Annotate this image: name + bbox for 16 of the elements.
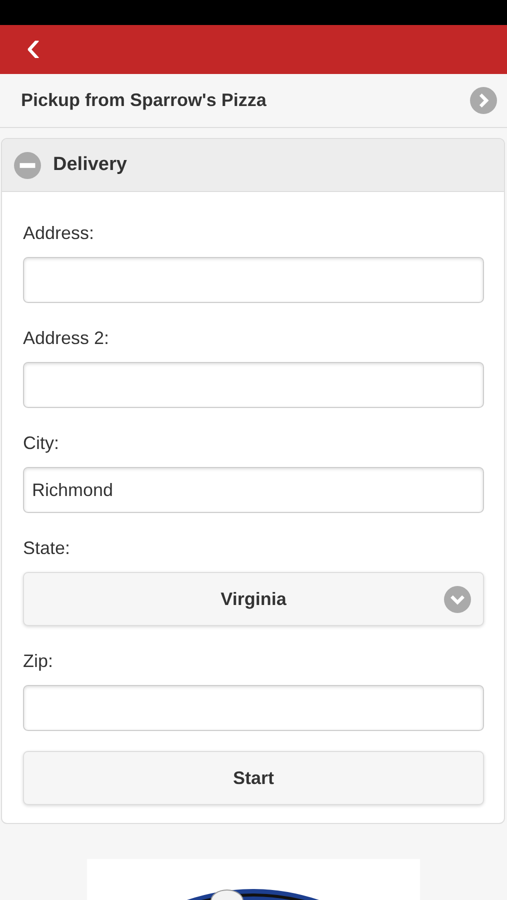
field-label: Address: <box>23 222 96 245</box>
input-field[interactable] <box>23 257 484 303</box>
field-label: Zip: <box>23 650 54 673</box>
minus-icon <box>14 152 41 178</box>
chevron-down-icon <box>444 586 471 613</box>
start-button[interactable]: Start <box>23 751 484 805</box>
field-label: State: <box>23 537 72 560</box>
field-label: City: <box>23 432 60 455</box>
state-dropdown[interactable]: Virginia <box>23 572 484 626</box>
input-field[interactable] <box>23 685 484 731</box>
input-field[interactable]: Richmond <box>23 467 484 513</box>
field-label: Address 2: <box>23 327 110 350</box>
input-field[interactable] <box>23 362 484 408</box>
chevron-right-icon <box>470 87 497 114</box>
delivery-header[interactable]: Delivery <box>2 139 504 192</box>
back-button[interactable]: ‹ <box>22 24 45 74</box>
